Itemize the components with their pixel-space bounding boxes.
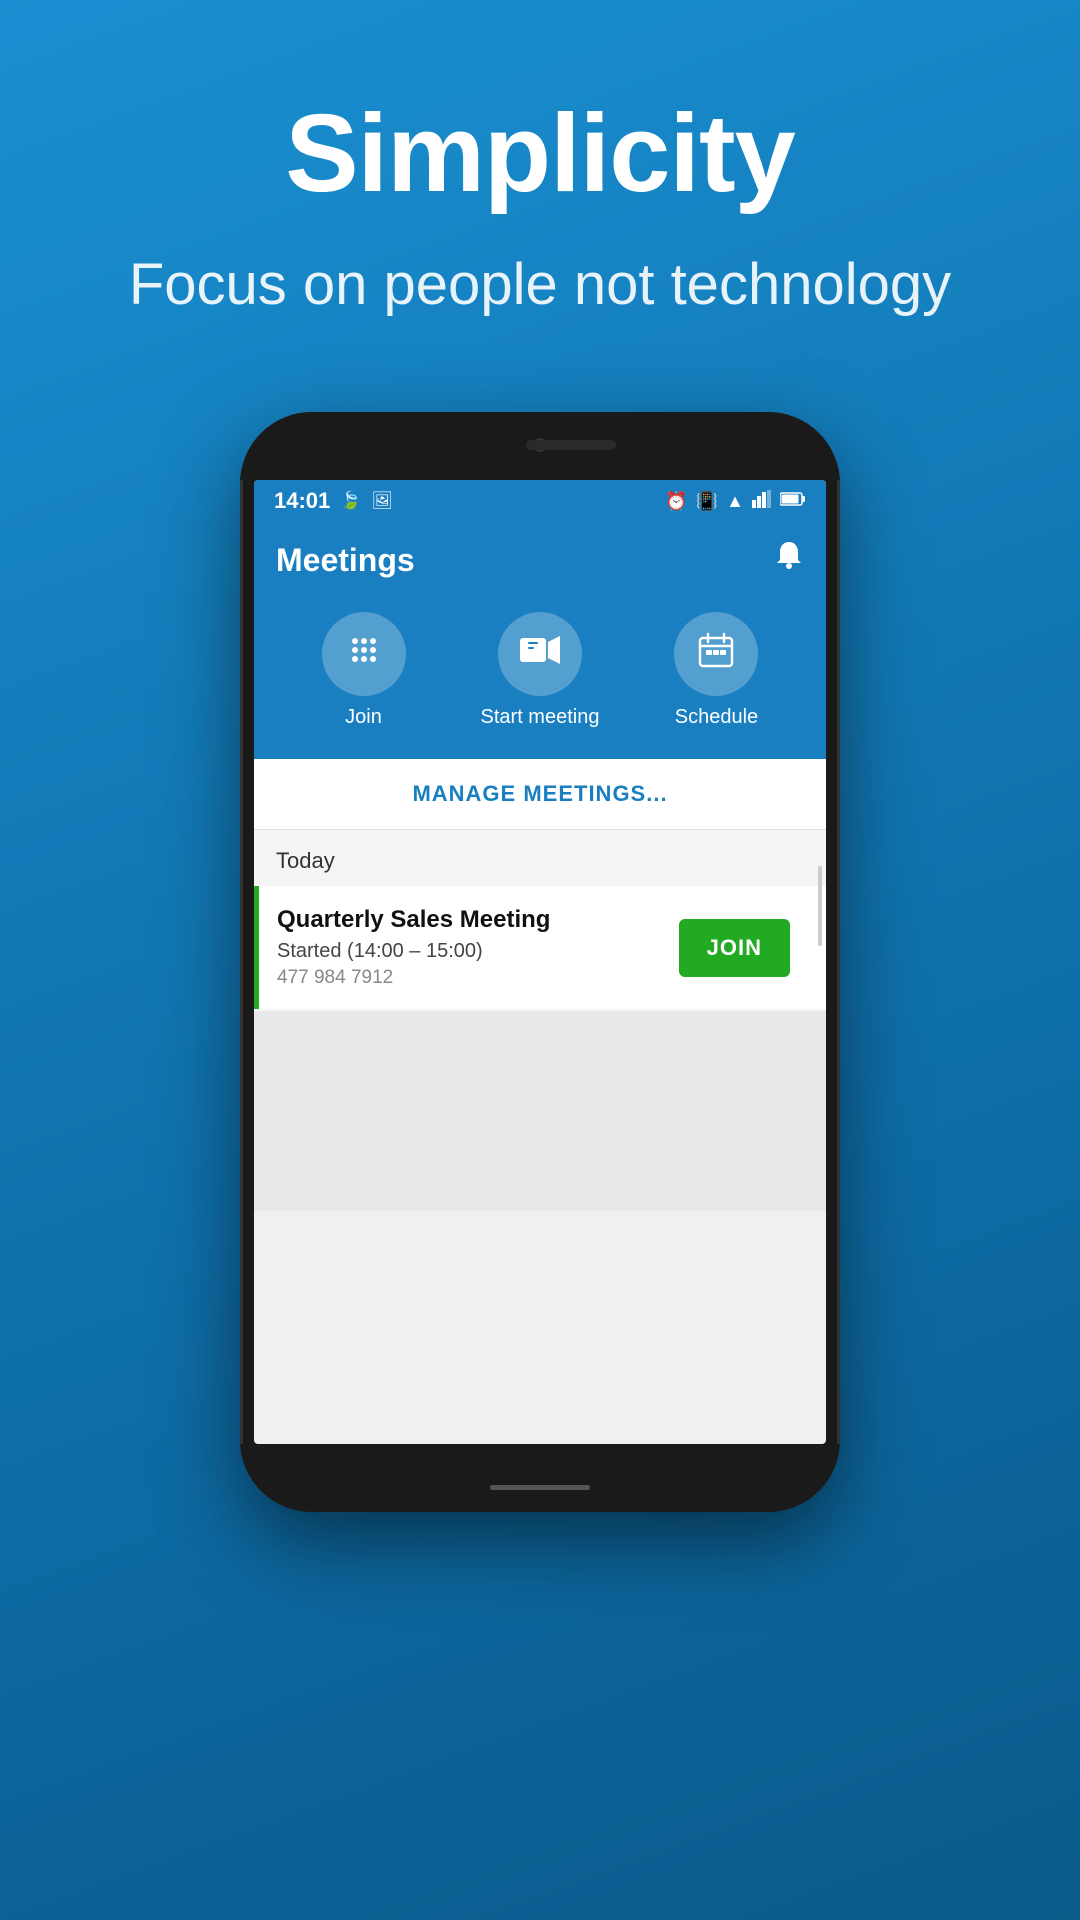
phone-screen: 14:01 🍃 🖼 ⏰ 📳 ▲ bbox=[254, 480, 826, 1444]
calendar-icon bbox=[698, 632, 734, 676]
alarm-icon: ⏰ bbox=[665, 491, 687, 512]
join-action-circle bbox=[322, 612, 406, 696]
meeting-number: 477 984 7912 bbox=[277, 967, 679, 989]
start-meeting-action-circle bbox=[498, 612, 582, 696]
join-action-label: Join bbox=[345, 706, 382, 729]
phone-notch bbox=[240, 412, 840, 480]
speaker-cutout bbox=[526, 440, 616, 450]
scroll-indicator bbox=[818, 866, 822, 946]
schedule-action-label: Schedule bbox=[675, 706, 758, 729]
vibrate-icon: 📳 bbox=[696, 491, 718, 512]
hero-subtitle: Focus on people not technology bbox=[49, 247, 1031, 322]
signal-icon bbox=[752, 490, 772, 513]
start-meeting-icon bbox=[520, 634, 560, 674]
content-area: MANAGE MEETINGS... Today Quarterly Sales… bbox=[254, 759, 826, 1211]
schedule-action-circle bbox=[674, 612, 758, 696]
wifi-icon: ▲ bbox=[726, 491, 744, 512]
home-indicator bbox=[490, 1485, 590, 1490]
app-header: Meetings bbox=[254, 522, 826, 602]
meeting-time: Started (14:00 – 15:00) bbox=[277, 940, 679, 963]
dialpad-icon bbox=[346, 632, 382, 676]
today-label: Today bbox=[276, 848, 335, 873]
schedule-action-button[interactable]: Schedule bbox=[674, 612, 758, 729]
manage-meetings-bar[interactable]: MANAGE MEETINGS... bbox=[254, 759, 826, 830]
manage-meetings-label: MANAGE MEETINGS... bbox=[412, 781, 667, 806]
empty-area bbox=[254, 1011, 826, 1211]
action-buttons-row: Join Start meeting bbox=[254, 602, 826, 759]
meeting-info: Quarterly Sales Meeting Started (14:00 –… bbox=[259, 906, 679, 989]
status-time: 14:01 bbox=[274, 488, 330, 514]
status-bar-right: ⏰ 📳 ▲ bbox=[665, 490, 806, 513]
notifications-bell-icon[interactable] bbox=[774, 540, 804, 580]
meeting-join-button[interactable]: JOIN bbox=[679, 919, 790, 977]
notification-icon-image: 🖼 bbox=[371, 491, 393, 511]
start-meeting-action-button[interactable]: Start meeting bbox=[481, 612, 600, 729]
hero-title: Simplicity bbox=[285, 90, 795, 217]
today-section-header: Today bbox=[254, 830, 826, 886]
join-action-button[interactable]: Join bbox=[322, 612, 406, 729]
start-meeting-action-label: Start meeting bbox=[481, 706, 600, 729]
meeting-name: Quarterly Sales Meeting bbox=[277, 906, 679, 934]
status-bar-left: 14:01 🍃 🖼 bbox=[274, 488, 393, 514]
phone-mockup: 14:01 🍃 🖼 ⏰ 📳 ▲ bbox=[240, 412, 840, 1512]
notification-icon-leaf: 🍃 bbox=[340, 491, 361, 511]
app-title: Meetings bbox=[276, 542, 415, 579]
battery-icon bbox=[780, 491, 806, 512]
phone-bottom-bar bbox=[240, 1444, 840, 1512]
status-bar: 14:01 🍃 🖼 ⏰ 📳 ▲ bbox=[254, 480, 826, 522]
meeting-card: Quarterly Sales Meeting Started (14:00 –… bbox=[254, 886, 826, 1009]
